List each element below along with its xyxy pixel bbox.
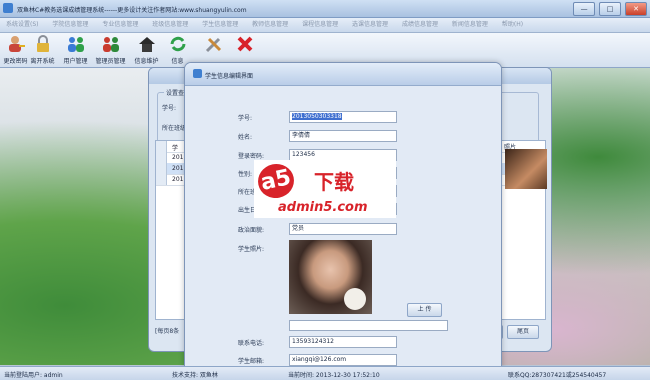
tool-label: 信息维护 [134, 58, 159, 65]
watermark-banner: a5 下载 admin5.com [254, 160, 396, 218]
menu-course[interactable]: 课程信息管理 [296, 18, 344, 32]
menu-student[interactable]: 学生信息管理 [196, 18, 244, 32]
row-header [156, 163, 167, 174]
phone-label: 联系电话: [238, 340, 265, 347]
name-input[interactable]: 李倩倩 [289, 130, 397, 142]
home-icon [138, 37, 155, 52]
tool-settings[interactable] [198, 35, 229, 55]
watermark-text: 下载 [314, 170, 354, 194]
tool-label: 管理员管理 [95, 58, 126, 65]
paging-text: [每页8条 [155, 328, 180, 335]
a5-logo: a5 [254, 160, 298, 202]
row-header [156, 141, 167, 152]
tool-label: 离开系统 [30, 58, 55, 65]
tool-close[interactable] [229, 35, 260, 55]
watermark-site: admin5.com [278, 200, 368, 215]
row-header [156, 152, 167, 163]
refresh-icon [170, 36, 185, 52]
minimize-button[interactable]: — [573, 2, 596, 16]
student-no-input[interactable]: 2013050303318 [289, 111, 397, 123]
window-controls: — □ ✕ [571, 2, 647, 16]
student-photo [289, 240, 372, 314]
toy-bear [344, 288, 366, 310]
table-cell: 201 [172, 165, 184, 172]
tool-exit[interactable]: 离开系统 [27, 35, 58, 65]
political-label: 政治面貌: [238, 227, 265, 234]
menu-score[interactable]: 成绩信息管理 [396, 18, 444, 32]
app-icon [3, 3, 13, 13]
menu-bar: 系统设置(S) 学院信息管理 专业信息管理 班级信息管理 学生信息管理 教师信息… [0, 18, 650, 33]
window-icon [193, 69, 202, 78]
menu-college[interactable]: 学院信息管理 [46, 18, 94, 32]
student-photo-thumb [505, 149, 547, 189]
users-icon [67, 37, 84, 52]
menu-help[interactable]: 帮助(H) [496, 18, 529, 32]
status-time: 当前时间: 2013-12-30 17:52:10 [288, 372, 380, 379]
status-user: 当前登陆用户: admin [4, 372, 63, 379]
student-no-label: 学号: [238, 115, 253, 122]
password-label: 登录密码: [238, 153, 265, 160]
menu-news[interactable]: 新闻信息管理 [446, 18, 494, 32]
student-no-label: 学号: [162, 105, 177, 112]
close-button[interactable]: ✕ [625, 2, 647, 16]
tool-label: 用户管理 [63, 58, 88, 65]
app-title: 双鱼林C#教务选课成绩管理系统------更多设计关注作者网站:www.shua… [17, 7, 247, 14]
tool-info-maintain[interactable]: 信息维护 [131, 35, 162, 65]
tool-info[interactable]: 信息 [162, 35, 193, 65]
grid-header-cell: 学 [172, 145, 179, 152]
edit-window-title-bar: 学生信息编辑界面 [185, 63, 501, 86]
student-no-value: 2013050303318 [292, 113, 342, 120]
status-qq: 联系QQ:287307421或254540457 [508, 372, 607, 379]
upload-button[interactable]: 上 传 [407, 303, 442, 317]
row-header [156, 174, 167, 185]
email-input[interactable]: xiangqi@126.com [289, 354, 397, 366]
user-key-icon [8, 36, 25, 52]
table-cell: 201 [172, 176, 184, 183]
admins-icon [102, 37, 119, 52]
menu-major[interactable]: 专业信息管理 [96, 18, 144, 32]
menu-class[interactable]: 班级信息管理 [146, 18, 194, 32]
gender-label: 性别: [238, 171, 253, 178]
menu-teacher[interactable]: 教师信息管理 [246, 18, 294, 32]
status-support: 技术支持: 双鱼林 [172, 372, 218, 379]
photo-label: 学生照片: [238, 246, 265, 253]
tool-admin-manage[interactable]: 管理员管理 [95, 35, 126, 65]
email-label: 学生邮箱: [238, 358, 265, 365]
table-cell: 201 [172, 154, 184, 161]
close-x-icon [237, 36, 252, 52]
tools-icon [205, 37, 221, 53]
status-bar: 当前登陆用户: admin 技术支持: 双鱼林 当前时间: 2013-12-30… [0, 366, 650, 380]
menu-selection[interactable]: 选课信息管理 [346, 18, 394, 32]
maximize-button[interactable]: □ [599, 2, 622, 16]
menu-system[interactable]: 系统设置(S) [0, 18, 45, 32]
lock-icon [36, 35, 49, 52]
edit-window-title: 学生信息编辑界面 [205, 73, 254, 80]
political-input[interactable]: 党员 [289, 223, 397, 235]
last-page-button[interactable]: 尾页 [507, 325, 539, 339]
tool-user-manage[interactable]: 用户管理 [60, 35, 91, 65]
photo-path-input[interactable] [289, 320, 448, 331]
app-title-bar: 双鱼林C#教务选课成绩管理系统------更多设计关注作者网站:www.shua… [0, 0, 650, 18]
phone-input[interactable]: 13593124312 [289, 336, 397, 348]
name-label: 姓名: [238, 134, 253, 141]
